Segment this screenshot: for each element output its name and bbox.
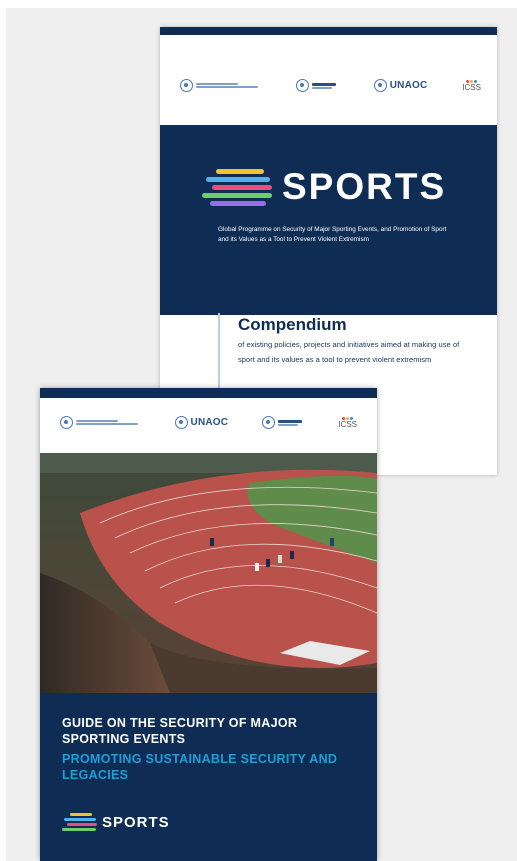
sports-logo: SPORTS xyxy=(202,165,446,209)
un-emblem-icon xyxy=(261,416,275,429)
stadium-illustration xyxy=(40,453,377,693)
unicri-logo xyxy=(261,416,305,429)
un-emblem-icon xyxy=(295,79,309,92)
sports-wordmark: SPORTS xyxy=(282,166,447,207)
unaoc-label: UNAOC xyxy=(389,80,428,91)
cover-title-panel: SPORTS Global Programme on Security of M… xyxy=(160,125,497,315)
partner-logo-bar: UNAOC ICSS xyxy=(180,79,481,92)
icss-label: ICSS xyxy=(338,419,357,429)
cover-title-panel: GUIDE ON THE SECURITY OF MAJOR SPORTING … xyxy=(40,693,377,861)
compendium-heading-block: Compendium of existing policies, project… xyxy=(218,313,478,399)
icss-logo: ICSS xyxy=(462,79,481,92)
icss-logo: ICSS xyxy=(338,416,357,429)
un-emblem-icon xyxy=(174,416,188,429)
icss-label: ICSS xyxy=(462,82,481,92)
guide-title: GUIDE ON THE SECURITY OF MAJOR SPORTING … xyxy=(62,716,298,746)
programme-description: Global Programme on Security of Major Sp… xyxy=(218,226,447,243)
un-office-logo xyxy=(180,79,261,92)
cover-top-strip xyxy=(160,27,497,35)
partner-logo-bar: UNAOC ICSS xyxy=(60,416,357,429)
un-emblem-icon xyxy=(373,79,387,92)
sports-wordmark: SPORTS xyxy=(102,813,170,831)
sports-speed-lines-icon xyxy=(62,811,100,833)
unaoc-label: UNAOC xyxy=(190,417,229,428)
sports-speed-lines-icon xyxy=(202,165,280,209)
un-emblem-icon xyxy=(180,79,193,92)
un-emblem-icon xyxy=(60,416,73,429)
unaoc-logo: UNAOC xyxy=(174,416,229,429)
unaoc-logo: UNAOC xyxy=(373,79,428,92)
cover-top-strip xyxy=(40,388,377,398)
compendium-subtitle: of existing policies, projects and initi… xyxy=(238,340,460,364)
un-office-logo xyxy=(60,416,141,429)
stadium-track-photo xyxy=(40,453,377,693)
compendium-title: Compendium xyxy=(238,315,347,334)
guide-cover[interactable]: UNAOC ICSS GUIDE ON THE SECURITY OF MAJO… xyxy=(40,388,377,861)
sports-logo: SPORTS xyxy=(62,811,170,833)
unicri-logo xyxy=(295,79,339,92)
guide-subtitle: PROMOTING SUSTAINABLE SECURITY AND LEGAC… xyxy=(62,752,338,782)
